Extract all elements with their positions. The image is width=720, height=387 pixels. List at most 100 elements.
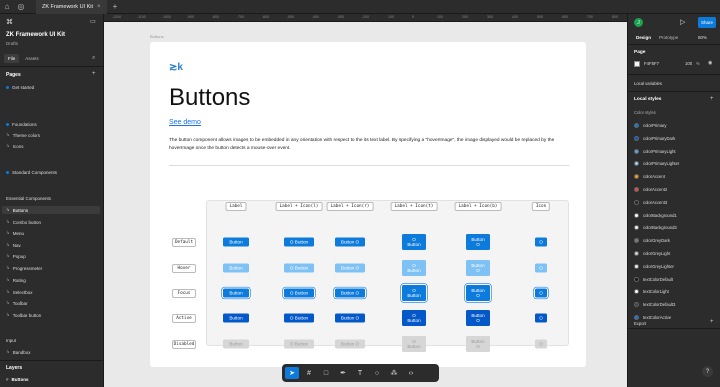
button-active-variant[interactable]: Button [223, 313, 249, 323]
globe-icon[interactable]: ◎ [14, 0, 28, 14]
comment-tool-icon[interactable]: ○ [370, 367, 384, 379]
button-disabled-variant[interactable]: O Button [402, 336, 426, 352]
eye-icon[interactable]: ◉ [708, 60, 712, 66]
sidebar-item-nav[interactable]: ↳ Nav [2, 241, 100, 249]
button-hover-variant[interactable]: O Button [402, 260, 426, 276]
sidebar-item-icons[interactable]: ↳ Icons [2, 142, 100, 150]
button-disabled-variant[interactable]: Button O [335, 339, 365, 349]
tab-design[interactable]: Design [634, 34, 653, 41]
sidebar-item-standard-components[interactable]: Standard Components [2, 168, 100, 176]
button-disabled-variant[interactable]: Button [223, 339, 249, 349]
frame-buttons[interactable]: ≳k Buttons See demo The button component… [150, 42, 586, 367]
home-icon[interactable]: ⌂ [0, 0, 14, 14]
sidebar-item-theme-colors[interactable]: ↳ Theme colors [2, 131, 100, 139]
button-disabled-variant[interactable]: Button O [466, 336, 490, 352]
button-focus-variant[interactable]: Button O [335, 288, 365, 298]
button-active-variant[interactable]: O Button [284, 313, 314, 323]
color-style-item[interactable]: colorGreyLight [634, 251, 670, 256]
dev-mode-icon[interactable]: ‹› [404, 367, 418, 379]
color-style-item[interactable]: textColorDefault3 [634, 302, 675, 308]
color-style-item[interactable]: colorBackground1 [634, 212, 677, 218]
pen-tool-icon[interactable]: ✒ [336, 367, 350, 379]
add-style-icon[interactable]: + [710, 96, 714, 102]
button-hover-variant[interactable]: O [535, 263, 547, 273]
help-button[interactable]: ? [702, 366, 713, 377]
close-icon[interactable]: × [97, 4, 101, 10]
button-default-variant[interactable]: O [535, 237, 547, 247]
tab-file[interactable]: File [4, 54, 20, 63]
local-variables[interactable]: Local variables [634, 81, 662, 86]
button-focus-variant[interactable]: Button O [466, 285, 490, 301]
button-focus-variant[interactable]: O Button [402, 285, 426, 301]
actions-icon[interactable]: ⁂ [387, 367, 401, 379]
button-disabled-variant[interactable]: O [535, 339, 547, 349]
share-button[interactable]: Share [698, 17, 716, 28]
button-active-variant[interactable]: Button O [335, 313, 365, 323]
button-default-variant[interactable]: O Button [402, 234, 426, 250]
color-style-item[interactable]: textColorDefault [634, 276, 673, 282]
see-demo-link[interactable]: See demo [169, 119, 201, 126]
zoom-level[interactable]: 80% [698, 35, 707, 40]
sidebar-item-menu[interactable]: ↳ Menu [2, 229, 100, 237]
tab-assets[interactable]: Assets [21, 54, 43, 63]
chevron-down-icon[interactable]: ⌄ [62, 32, 66, 38]
tab-prototype[interactable]: Prototype [657, 34, 680, 41]
color-style-item[interactable]: colorAccent2 [634, 187, 667, 192]
page-opacity[interactable]: 100 [685, 61, 692, 66]
button-hover-variant[interactable]: Button [223, 263, 249, 273]
frame-tool-icon[interactable]: # [302, 367, 316, 379]
sidebar-item-foundations[interactable]: Foundations [2, 120, 100, 128]
shape-tool-icon[interactable]: □ [319, 367, 333, 379]
color-style-item[interactable]: colorGreyLighter [634, 263, 674, 269]
button-disabled-variant[interactable]: O Button [284, 339, 314, 349]
page-color-swatch[interactable] [634, 61, 640, 67]
color-style-item[interactable]: textColorActive [634, 315, 671, 320]
button-active-variant[interactable]: Button O [466, 310, 490, 326]
button-focus-variant[interactable]: O Button [284, 288, 314, 298]
sidebar-item-input[interactable]: Input [2, 336, 100, 344]
search-icon[interactable]: ⌕ [92, 55, 95, 62]
canvas[interactable]: Buttons ≳k Buttons See demo The button c… [104, 22, 627, 387]
button-hover-variant[interactable]: O Button [284, 263, 314, 273]
color-style-item[interactable]: colorBackground3 [634, 225, 677, 231]
sidebar-item-combo-button[interactable]: ↳ Combo button [2, 218, 100, 226]
button-default-variant[interactable]: Button O [335, 237, 365, 247]
main-menu-icon[interactable]: ⌘ [6, 18, 13, 26]
button-active-variant[interactable]: O [535, 313, 547, 323]
sidebar-toggle-icon[interactable]: ▭ [90, 18, 96, 25]
color-style-item[interactable]: colorAccent3 [634, 199, 667, 205]
sidebar-item-buttons[interactable]: ↳ Buttons [2, 206, 100, 214]
sidebar-item-toolbar-button[interactable]: ↳ Toolbar button [2, 311, 100, 319]
file-tab[interactable]: ZK Framework UI Kit × [36, 0, 107, 14]
color-style-item[interactable]: colorPrimary [634, 123, 667, 128]
sidebar-item-progressmeter[interactable]: ↳ Progressmeter [2, 264, 100, 272]
sidebar-item-selectbox[interactable]: ↳ Selectbox [2, 288, 100, 296]
add-export-icon[interactable]: + [710, 319, 714, 325]
button-focus-variant[interactable]: O [535, 288, 547, 298]
button-default-variant[interactable]: Button [223, 237, 249, 247]
button-default-variant[interactable]: O Button [284, 237, 314, 247]
page-color-hex[interactable]: F4F5F7 [644, 61, 659, 66]
button-active-variant[interactable]: O Button [402, 310, 426, 326]
color-style-item[interactable]: textColorLight [634, 289, 669, 295]
move-tool-icon[interactable]: ➤ [285, 367, 299, 379]
sidebar-item-get-started[interactable]: Get started [2, 83, 100, 91]
button-hover-variant[interactable]: Button O [466, 260, 490, 276]
sidebar-item-essential-components[interactable]: Essential Components [2, 194, 100, 202]
button-focus-variant[interactable]: Button [223, 288, 249, 298]
sidebar-item-rating[interactable]: ↳ Rating [2, 276, 100, 284]
button-hover-variant[interactable]: Button O [335, 263, 365, 273]
layer-item-buttons[interactable]: # Buttons [2, 375, 100, 383]
text-tool-icon[interactable]: T [353, 367, 367, 379]
button-default-variant[interactable]: Button O [466, 234, 490, 250]
sidebar-item-toolbar[interactable]: ↳ Toolbar [2, 299, 100, 307]
color-style-item[interactable]: colorGreyDark [634, 238, 670, 244]
sidebar-item-bandbox[interactable]: ↳ Bandbox [2, 348, 100, 356]
avatar[interactable]: J [634, 18, 643, 27]
color-style-item[interactable]: colorPrimaryLight [634, 148, 676, 154]
file-title[interactable]: ZK Framework UI Kit [6, 32, 65, 38]
color-style-item[interactable]: colorAccent [634, 174, 665, 180]
frame-label[interactable]: Buttons [150, 34, 164, 39]
color-style-item[interactable]: colorPrimaryLighter [634, 161, 679, 167]
color-style-item[interactable]: colorPrimaryDark [634, 135, 675, 141]
